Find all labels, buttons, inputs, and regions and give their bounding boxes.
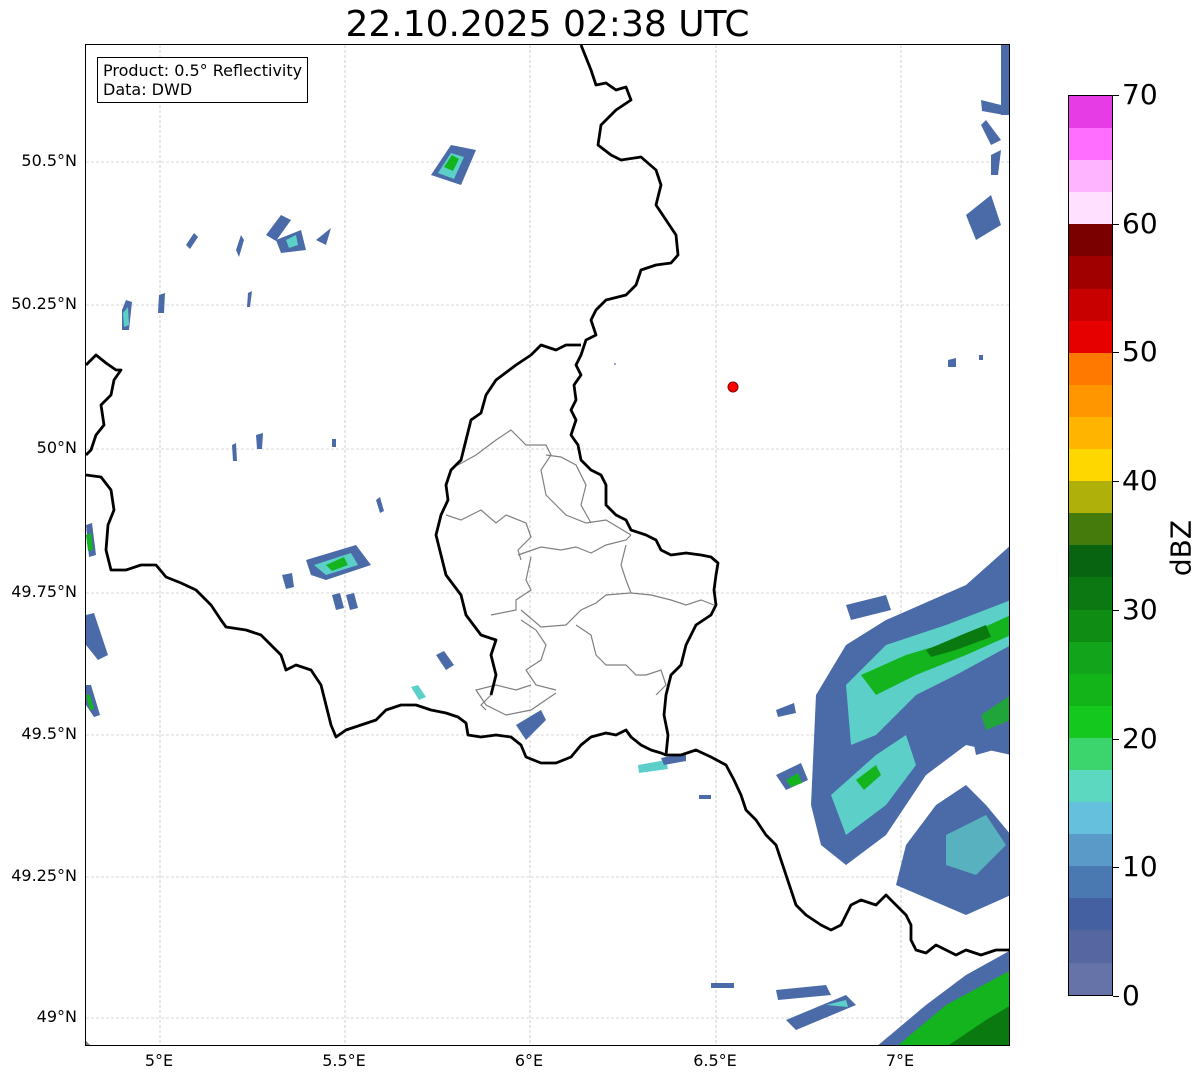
colorbar-segment (1069, 737, 1112, 770)
colorbar-segment (1069, 962, 1112, 995)
colorbar-segment (1069, 705, 1112, 738)
colorbar-segment (1069, 577, 1112, 610)
radar-echoes (86, 45, 1009, 1045)
lat-label: 49.75°N (11, 582, 77, 601)
lon-label: 5.5°E (322, 1051, 366, 1070)
colorbar (1068, 95, 1113, 996)
colorbar-segment (1069, 288, 1112, 321)
lon-label: 6°E (514, 1051, 544, 1070)
colorbar-tick-label: 10 (1122, 850, 1158, 884)
colorbar-tick-mark (1113, 95, 1119, 96)
lon-label: 7°E (885, 1051, 915, 1070)
info-box: Product: 0.5° Reflectivity Data: DWD (97, 57, 309, 103)
colorbar-segment (1069, 513, 1112, 546)
map-canvas (86, 45, 1009, 1045)
colorbar-segment (1069, 320, 1112, 353)
colorbar-segment (1069, 384, 1112, 417)
colorbar-tick-label: 40 (1122, 464, 1158, 498)
lat-label: 49.25°N (11, 866, 77, 885)
colorbar-segment (1069, 641, 1112, 674)
lon-label: 6.5°E (693, 1051, 737, 1070)
colorbar-segment (1069, 192, 1112, 225)
colorbar-tick-mark (1113, 996, 1119, 997)
colorbar-segment (1069, 866, 1112, 899)
colorbar-tick-mark (1113, 867, 1119, 869)
lon-label: 5°E (144, 1051, 174, 1070)
colorbar-unit-label: dBZ (1164, 519, 1198, 577)
colorbar-segment (1069, 449, 1112, 482)
colorbar-tick-label: 60 (1122, 206, 1158, 240)
data-source-label: Data: DWD (103, 80, 193, 99)
product-label: Product: 0.5° Reflectivity (103, 61, 303, 80)
colorbar-tick-label: 70 (1122, 78, 1158, 111)
colorbar-segment (1069, 802, 1112, 835)
radar-site-marker[interactable] (727, 381, 739, 393)
lat-label: 49°N (36, 1007, 77, 1026)
colorbar-tick-mark (1113, 481, 1119, 483)
colorbar-segment (1069, 416, 1112, 450)
colorbar-tick-mark (1113, 609, 1119, 611)
map-title: 22.10.2025 02:38 UTC (345, 4, 750, 45)
lat-label: 50.5°N (21, 151, 77, 170)
colorbar-segment (1069, 930, 1112, 963)
colorbar-tick-label: 50 (1122, 335, 1158, 369)
colorbar-segment (1069, 128, 1112, 161)
lat-label: 50°N (36, 438, 77, 457)
colorbar-tick-label: 0 (1122, 979, 1140, 1012)
colorbar-segment (1069, 224, 1112, 257)
colorbar-segment (1069, 545, 1112, 578)
colorbar-segment (1069, 673, 1112, 706)
lat-label: 50.25°N (11, 294, 77, 313)
colorbar-segment (1069, 481, 1112, 514)
colorbar-segment (1069, 352, 1112, 385)
colorbar-segment (1069, 256, 1112, 289)
colorbar-segment (1069, 160, 1112, 193)
colorbar-tick-mark (1113, 352, 1119, 354)
graticule (86, 45, 1009, 1045)
lat-label: 49.5°N (21, 724, 77, 743)
colorbar-segment (1069, 96, 1112, 129)
colorbar-tick-label: 20 (1122, 721, 1158, 755)
radar-map[interactable] (85, 44, 1010, 1046)
colorbar-segment (1069, 609, 1112, 642)
colorbar-segment (1069, 898, 1112, 931)
colorbar-segment (1069, 834, 1112, 867)
colorbar-tick-label: 30 (1122, 592, 1158, 626)
colorbar-tick-mark (1113, 738, 1119, 740)
colorbar-tick-mark (1113, 223, 1119, 225)
colorbar-segment (1069, 769, 1112, 803)
